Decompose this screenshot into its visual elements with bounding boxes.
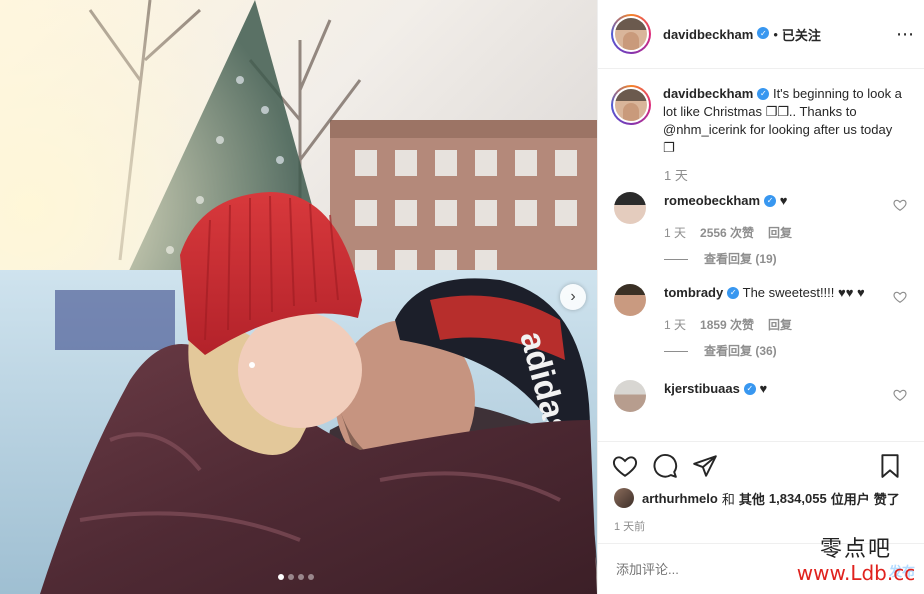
commenter-username[interactable]: tombrady <box>664 285 723 300</box>
view-replies-label: 查看回复 (36) <box>704 344 777 358</box>
view-replies-button[interactable]: 查看回复 (19) <box>664 250 894 268</box>
liker-username[interactable]: arthurhmelo <box>642 491 718 506</box>
likes-others-label[interactable]: 其他 <box>739 489 765 508</box>
comment-like-count[interactable]: 2556 次赞 <box>700 224 754 242</box>
verified-badge-icon: ✓ <box>743 382 756 395</box>
carousel-dot <box>288 574 294 580</box>
reply-button[interactable]: 回复 <box>768 316 792 334</box>
comment-text: ♥ <box>759 381 768 396</box>
verified-badge-icon: ✓ <box>757 27 770 39</box>
verified-badge-icon: ✓ <box>757 87 770 100</box>
share-send-icon[interactable] <box>692 453 718 479</box>
carousel-dot <box>298 574 304 580</box>
likes-and: 和 <box>721 491 735 507</box>
more-options-icon[interactable]: ⋯ <box>896 24 915 45</box>
caption: davidbeckham ✓ It's beginning to look a l… <box>598 69 924 157</box>
comment-time: 1 天 <box>664 318 687 332</box>
like-comment-heart-icon[interactable] <box>893 290 907 304</box>
next-photo-button[interactable]: › <box>560 284 586 310</box>
commenter-avatar[interactable] <box>614 380 646 412</box>
caption-avatar[interactable] <box>611 85 651 125</box>
reply-button[interactable]: 回复 <box>768 224 792 242</box>
site-watermark: 零点吧 www.Ldb.cc <box>788 537 924 586</box>
post-time-ago: 1 天前 <box>614 521 646 533</box>
caption-username[interactable]: davidbeckham <box>663 86 753 101</box>
view-replies-label: 查看回复 (19) <box>704 252 777 266</box>
comment-item: kjerstibuaas ✓ ♥ <box>598 380 924 412</box>
liker-avatar[interactable] <box>614 488 634 508</box>
carousel-indicator <box>278 574 314 580</box>
view-replies-button[interactable]: 查看回复 (36) <box>664 342 894 360</box>
like-comment-heart-icon[interactable] <box>893 388 907 402</box>
replies-line <box>664 258 688 260</box>
post-header: davidbeckham ✓ • 已关注 ⋯ <box>598 0 924 69</box>
photo-illustration: adidas <box>0 0 597 594</box>
commenter-username[interactable]: romeobeckham <box>664 193 760 208</box>
bookmark-save-icon[interactable] <box>877 453 903 479</box>
post-sidebar: davidbeckham ✓ • 已关注 ⋯ davidbeckham ✓ It'… <box>597 0 924 594</box>
verified-badge-icon: ✓ <box>727 286 740 299</box>
watermark-title: 零点吧 <box>819 537 892 562</box>
comment-text: The sweetest!!!! ♥♥ ♥ <box>742 285 865 300</box>
comment-time: 1 天 <box>664 226 687 240</box>
verified-badge-icon: ✓ <box>764 194 777 207</box>
commenter-avatar[interactable] <box>614 192 646 224</box>
follow-status-button[interactable]: 已关注 <box>782 25 821 44</box>
likes-summary: arthurhmelo 和 其他 1,834,055 位用户 赞了 <box>598 488 924 508</box>
post-actions: arthurhmelo 和 其他 1,834,055 位用户 赞了 1 天前 <box>598 441 924 534</box>
likes-verb: 赞了 <box>873 491 900 507</box>
carousel-dot <box>308 574 314 580</box>
like-heart-icon[interactable] <box>612 453 638 479</box>
header-separator: • <box>773 26 778 42</box>
comment-text: ♥ <box>779 193 788 208</box>
post-photo[interactable]: adidas › <box>0 0 597 594</box>
carousel-dot <box>278 574 284 580</box>
comment-item: romeobeckham ✓ ♥ 1 天 2556 次赞 回复 查看回复 (19) <box>598 192 924 268</box>
author-avatar[interactable] <box>611 14 651 54</box>
comment-item: tombrady ✓ The sweetest!!!! ♥♥ ♥ 1 天 1859… <box>598 284 924 360</box>
likes-users-label[interactable]: 位用户 <box>831 489 870 508</box>
replies-line <box>664 350 688 352</box>
watermark-url: www.Ldb.cc <box>796 561 916 586</box>
comment-like-count[interactable]: 1859 次赞 <box>700 316 754 334</box>
commenter-avatar[interactable] <box>614 284 646 316</box>
caption-time: 1 天 <box>664 168 688 183</box>
author-username[interactable]: davidbeckham <box>663 27 753 42</box>
comments-list[interactable]: davidbeckham ✓ It's beginning to look a l… <box>598 69 924 441</box>
likes-count[interactable]: 1,834,055 <box>769 491 827 506</box>
like-comment-heart-icon[interactable] <box>893 198 907 212</box>
comment-bubble-icon[interactable] <box>652 453 678 479</box>
chevron-right-icon: › <box>570 288 576 305</box>
commenter-username[interactable]: kjerstibuaas <box>664 381 740 396</box>
